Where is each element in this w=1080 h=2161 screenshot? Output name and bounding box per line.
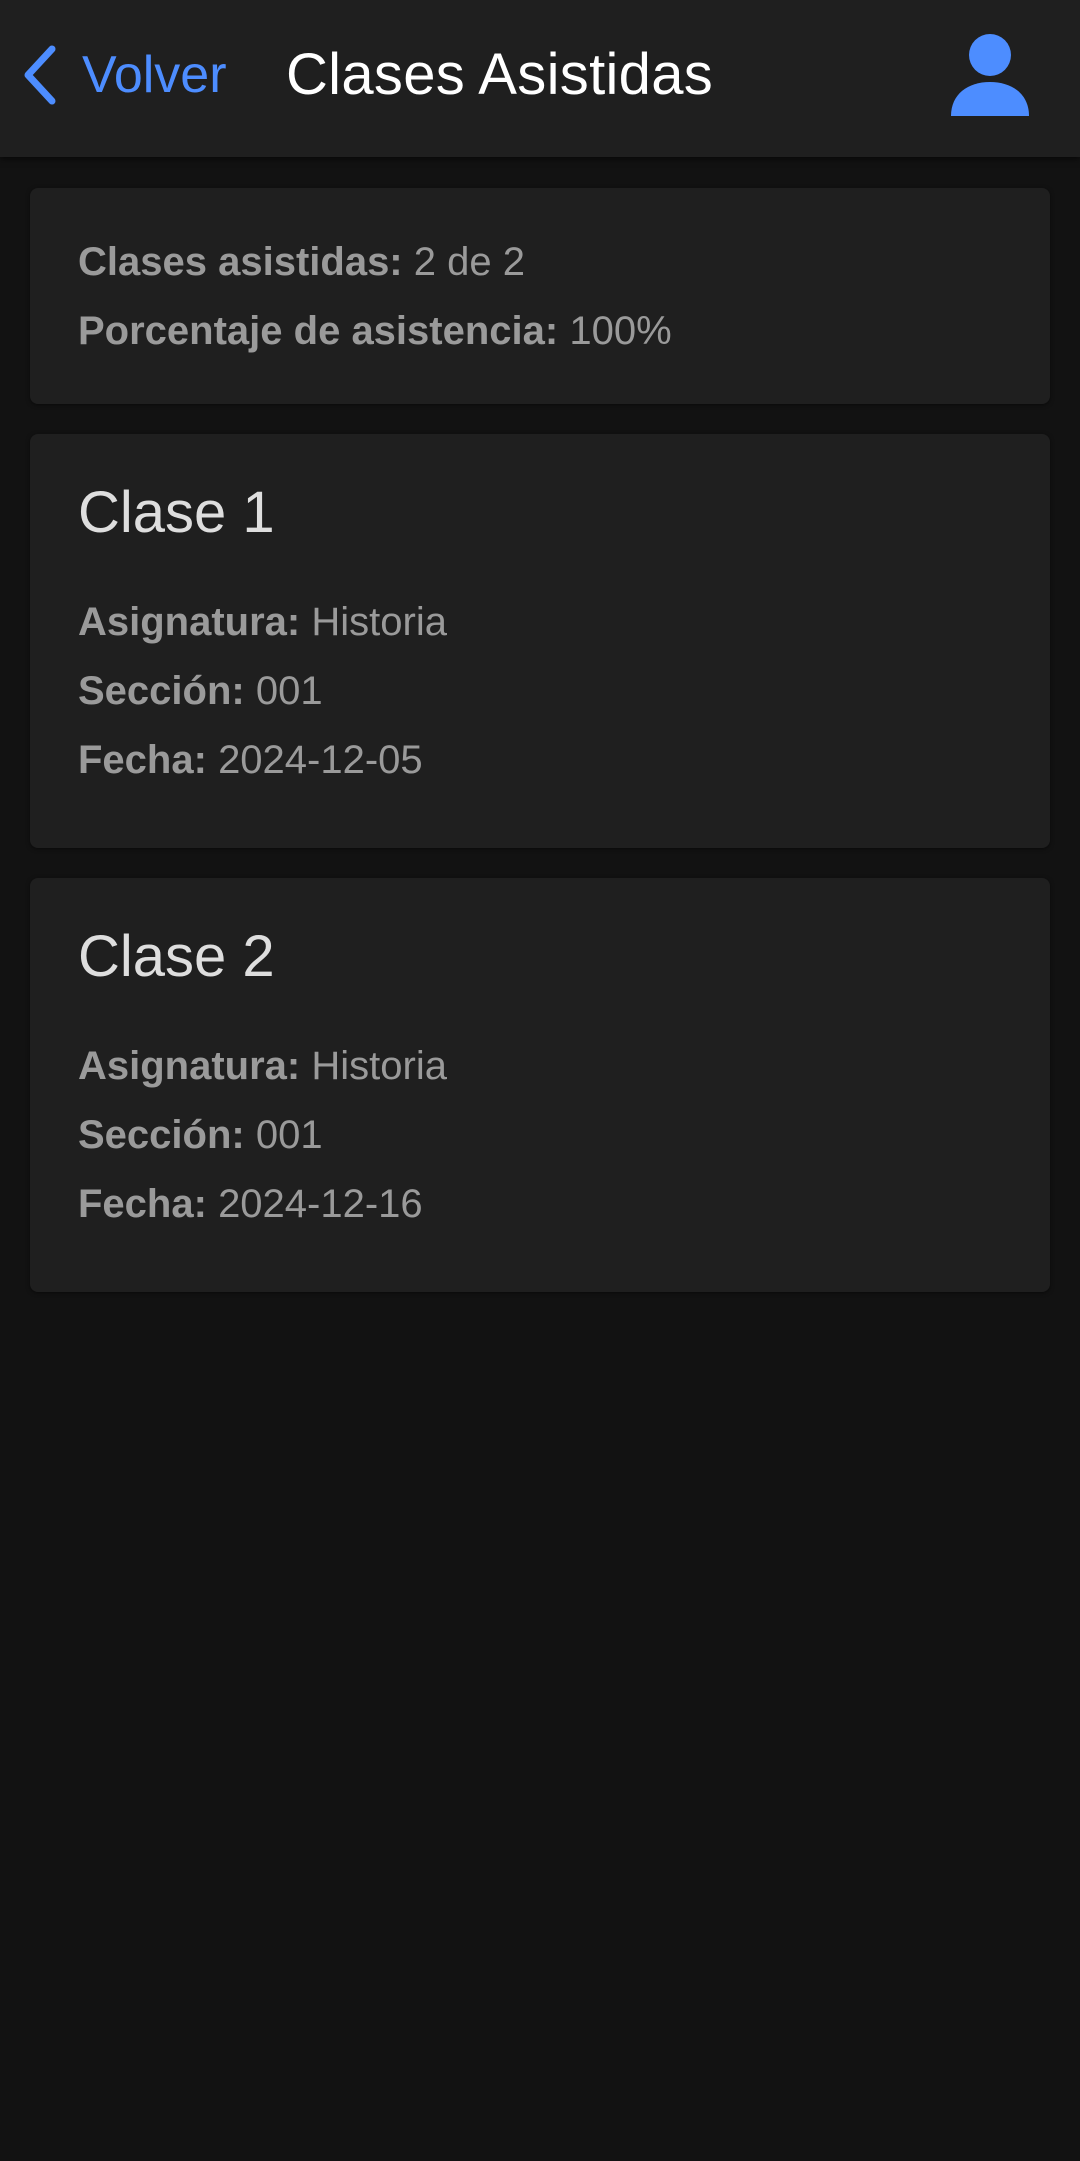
subject-value: Historia xyxy=(311,1044,447,1088)
page-title: Clases Asistidas xyxy=(286,42,714,107)
subject-label: Asignatura: xyxy=(78,600,301,644)
subject-label: Asignatura: xyxy=(78,1044,301,1088)
date-label: Fecha: xyxy=(78,1182,207,1226)
class-card: Clase 1 Asignatura: Historia Sección: 00… xyxy=(30,434,1050,848)
section-value: 001 xyxy=(255,1113,323,1157)
section-row: Sección: 001 xyxy=(78,657,1050,726)
date-value: 2024-12-16 xyxy=(218,1182,423,1226)
section-label: Sección: xyxy=(78,669,245,713)
date-label: Fecha: xyxy=(78,738,207,782)
top-toolbar: Volver Clases Asistidas xyxy=(0,0,1080,157)
class-title: Clase 1 xyxy=(78,480,275,545)
date-row: Fecha: 2024-12-16 xyxy=(78,1170,1050,1239)
date-value: 2024-12-05 xyxy=(218,738,423,782)
summary-card: Clases asistidas: 2 de 2 Porcentaje de a… xyxy=(30,188,1050,404)
subject-row: Asignatura: Historia xyxy=(78,588,1050,657)
class-card: Clase 2 Asignatura: Historia Sección: 00… xyxy=(30,878,1050,1292)
class-title: Clase 2 xyxy=(78,924,275,989)
profile-button[interactable] xyxy=(946,30,1036,120)
percentage-row: Porcentaje de asistencia: 100% xyxy=(78,297,1050,366)
attended-row: Clases asistidas: 2 de 2 xyxy=(78,228,1050,297)
subject-row: Asignatura: Historia xyxy=(78,1032,1050,1101)
percentage-label: Porcentaje de asistencia: xyxy=(78,309,559,353)
subject-value: Historia xyxy=(311,600,447,644)
section-label: Sección: xyxy=(78,1113,245,1157)
attended-value: 2 de 2 xyxy=(413,240,525,284)
section-row: Sección: 001 xyxy=(78,1101,1050,1170)
content-area: Clases asistidas: 2 de 2 Porcentaje de a… xyxy=(30,188,1050,1322)
attended-label: Clases asistidas: xyxy=(78,240,403,284)
chevron-left-icon xyxy=(22,45,58,105)
person-icon xyxy=(946,34,1036,124)
back-button[interactable]: Volver xyxy=(22,35,227,115)
date-row: Fecha: 2024-12-05 xyxy=(78,726,1050,795)
section-value: 001 xyxy=(255,669,323,713)
back-label: Volver xyxy=(82,46,227,104)
percentage-value: 100% xyxy=(569,309,672,353)
